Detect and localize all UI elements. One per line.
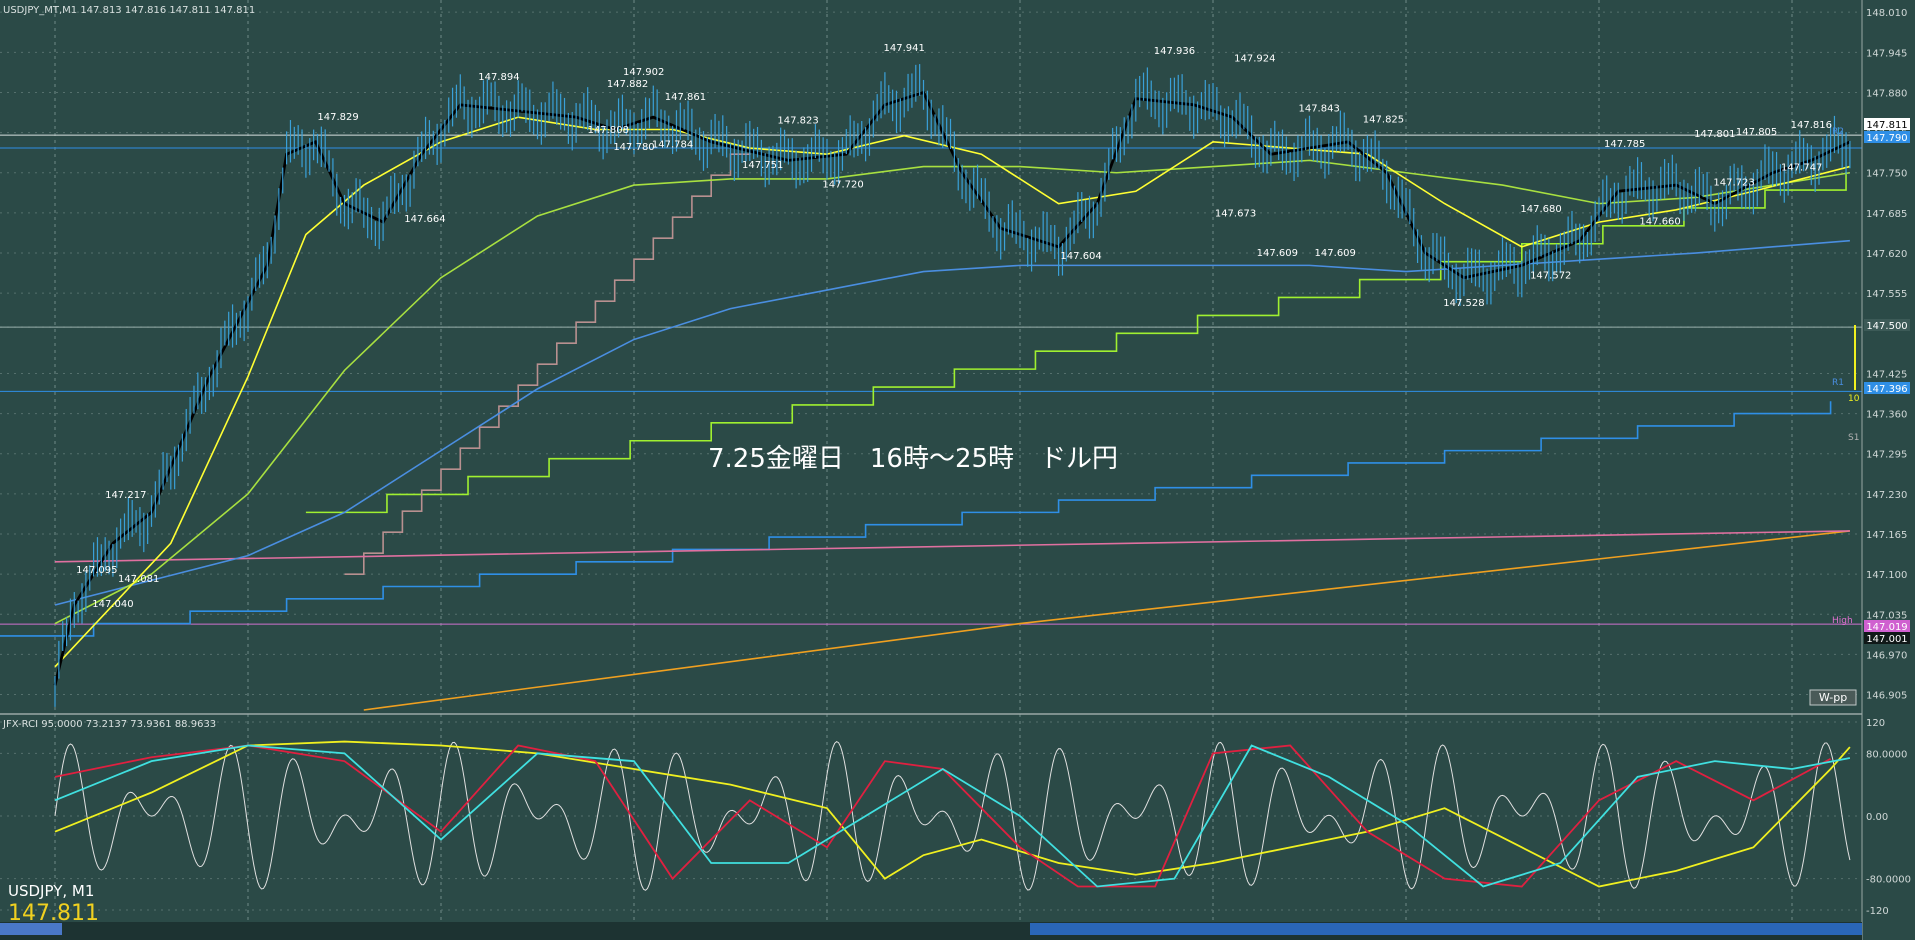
- price-annotation: 147.882: [607, 79, 648, 90]
- price-annotation: 147.723: [1713, 177, 1754, 188]
- y-tick-label: 147.620: [1866, 249, 1907, 260]
- price-annotation: 147.902: [623, 67, 664, 78]
- price-annotation: 147.609: [1315, 248, 1356, 259]
- y-tick-label: 147.555: [1866, 289, 1907, 300]
- y-tick-label: 147.360: [1866, 410, 1907, 421]
- price-annotation: 147.609: [1257, 248, 1298, 259]
- price-annotation: 147.680: [1520, 204, 1561, 215]
- y-tick-label: 148.010: [1866, 8, 1907, 19]
- r2-price-tag-text: 147.790: [1866, 133, 1907, 144]
- price-annotation: 147.816: [1791, 120, 1832, 131]
- price-annotation: 147.664: [404, 214, 445, 225]
- price-annotation: 147.780: [613, 142, 654, 153]
- price-annotation: 147.747: [1781, 163, 1822, 174]
- y-tick-label: 147.685: [1866, 209, 1907, 220]
- price-annotation: 147.843: [1298, 103, 1339, 114]
- low-price-tag-text: 147.001: [1866, 634, 1907, 645]
- high-label: High: [1832, 616, 1853, 626]
- current-price-tag-text: 147.811: [1866, 120, 1907, 131]
- price-annotation: 147.829: [317, 112, 358, 123]
- y-tick-label: 147.945: [1866, 48, 1907, 59]
- bar-count-label: 10: [1848, 394, 1860, 404]
- y-tick-label: 147.035: [1866, 610, 1907, 621]
- price-annotation: 147.808: [588, 125, 629, 136]
- price-annotation: 147.805: [1736, 127, 1777, 138]
- price-annotation: 147.825: [1363, 114, 1404, 125]
- r1-price-tag-text: 147.396: [1866, 384, 1907, 395]
- price-annotation: 147.604: [1060, 251, 1101, 262]
- price-annotation: 147.751: [742, 160, 783, 171]
- bottom-price: 147.811: [8, 901, 99, 926]
- price-annotation: 147.823: [777, 116, 818, 127]
- r1-label: R1: [1832, 378, 1844, 388]
- half-price-tag-text: 147.500: [1866, 321, 1907, 332]
- rci-y-tick-label: 80.0000: [1866, 749, 1907, 760]
- s1-label: S1: [1848, 433, 1859, 443]
- price-annotation: 147.941: [884, 43, 925, 54]
- wpp-label: W-pp: [1819, 691, 1847, 704]
- price-annotation: 147.785: [1604, 139, 1645, 150]
- y-tick-label: 147.295: [1866, 450, 1907, 461]
- y-tick-label: 147.230: [1866, 490, 1907, 501]
- r2-label: R2: [1832, 127, 1844, 137]
- price-annotation: 147.673: [1215, 208, 1256, 219]
- y-tick-label: 147.880: [1866, 88, 1907, 99]
- rci-y-tick-label: -80.0000: [1866, 875, 1911, 886]
- time-axis-highlight: [1030, 923, 1862, 935]
- price-annotation: 147.217: [105, 490, 146, 501]
- bottom-symbol: USDJPY, M1: [8, 882, 94, 900]
- title-overlay: 7.25金曜日 16時～25時 ドル円: [708, 444, 1118, 474]
- price-annotation: 147.936: [1154, 46, 1195, 57]
- y-tick-label: 147.425: [1866, 369, 1907, 380]
- price-annotation: 147.801: [1694, 129, 1735, 140]
- rci-header: JFX-RCI 95.0000 73.2137 73.9361 88.9633: [2, 719, 216, 730]
- chart-canvas: 146.908147.095147.040147.217147.081147.8…: [0, 0, 1915, 940]
- high-price-tag-text: 147.019: [1866, 622, 1907, 633]
- price-annotation: 147.095: [76, 565, 117, 576]
- price-annotation: 147.720: [822, 179, 863, 190]
- price-annotation: 147.861: [665, 92, 706, 103]
- rci-y-tick-label: 0.00: [1866, 812, 1888, 823]
- y-tick-label: 147.165: [1866, 530, 1907, 541]
- price-annotation: 147.572: [1530, 271, 1571, 282]
- price-annotation: 147.660: [1639, 216, 1680, 227]
- rci-y-tick-label: 120: [1866, 718, 1885, 729]
- y-tick-label: 146.970: [1866, 650, 1907, 661]
- rci-y-tick-label: -120: [1866, 906, 1889, 917]
- price-annotation: 147.924: [1234, 53, 1275, 64]
- price-annotation: 147.894: [478, 72, 519, 83]
- y-tick-label: 146.905: [1866, 691, 1907, 702]
- price-annotation: 147.528: [1443, 298, 1484, 309]
- price-annotation: 147.784: [652, 140, 693, 151]
- price-annotation: 147.040: [92, 599, 133, 610]
- symbol-header: USDJPY_MT,M1 147.813 147.816 147.811 147…: [3, 5, 255, 16]
- price-annotation: 147.081: [118, 574, 159, 585]
- y-tick-label: 147.100: [1866, 570, 1907, 581]
- y-tick-label: 147.750: [1866, 169, 1907, 180]
